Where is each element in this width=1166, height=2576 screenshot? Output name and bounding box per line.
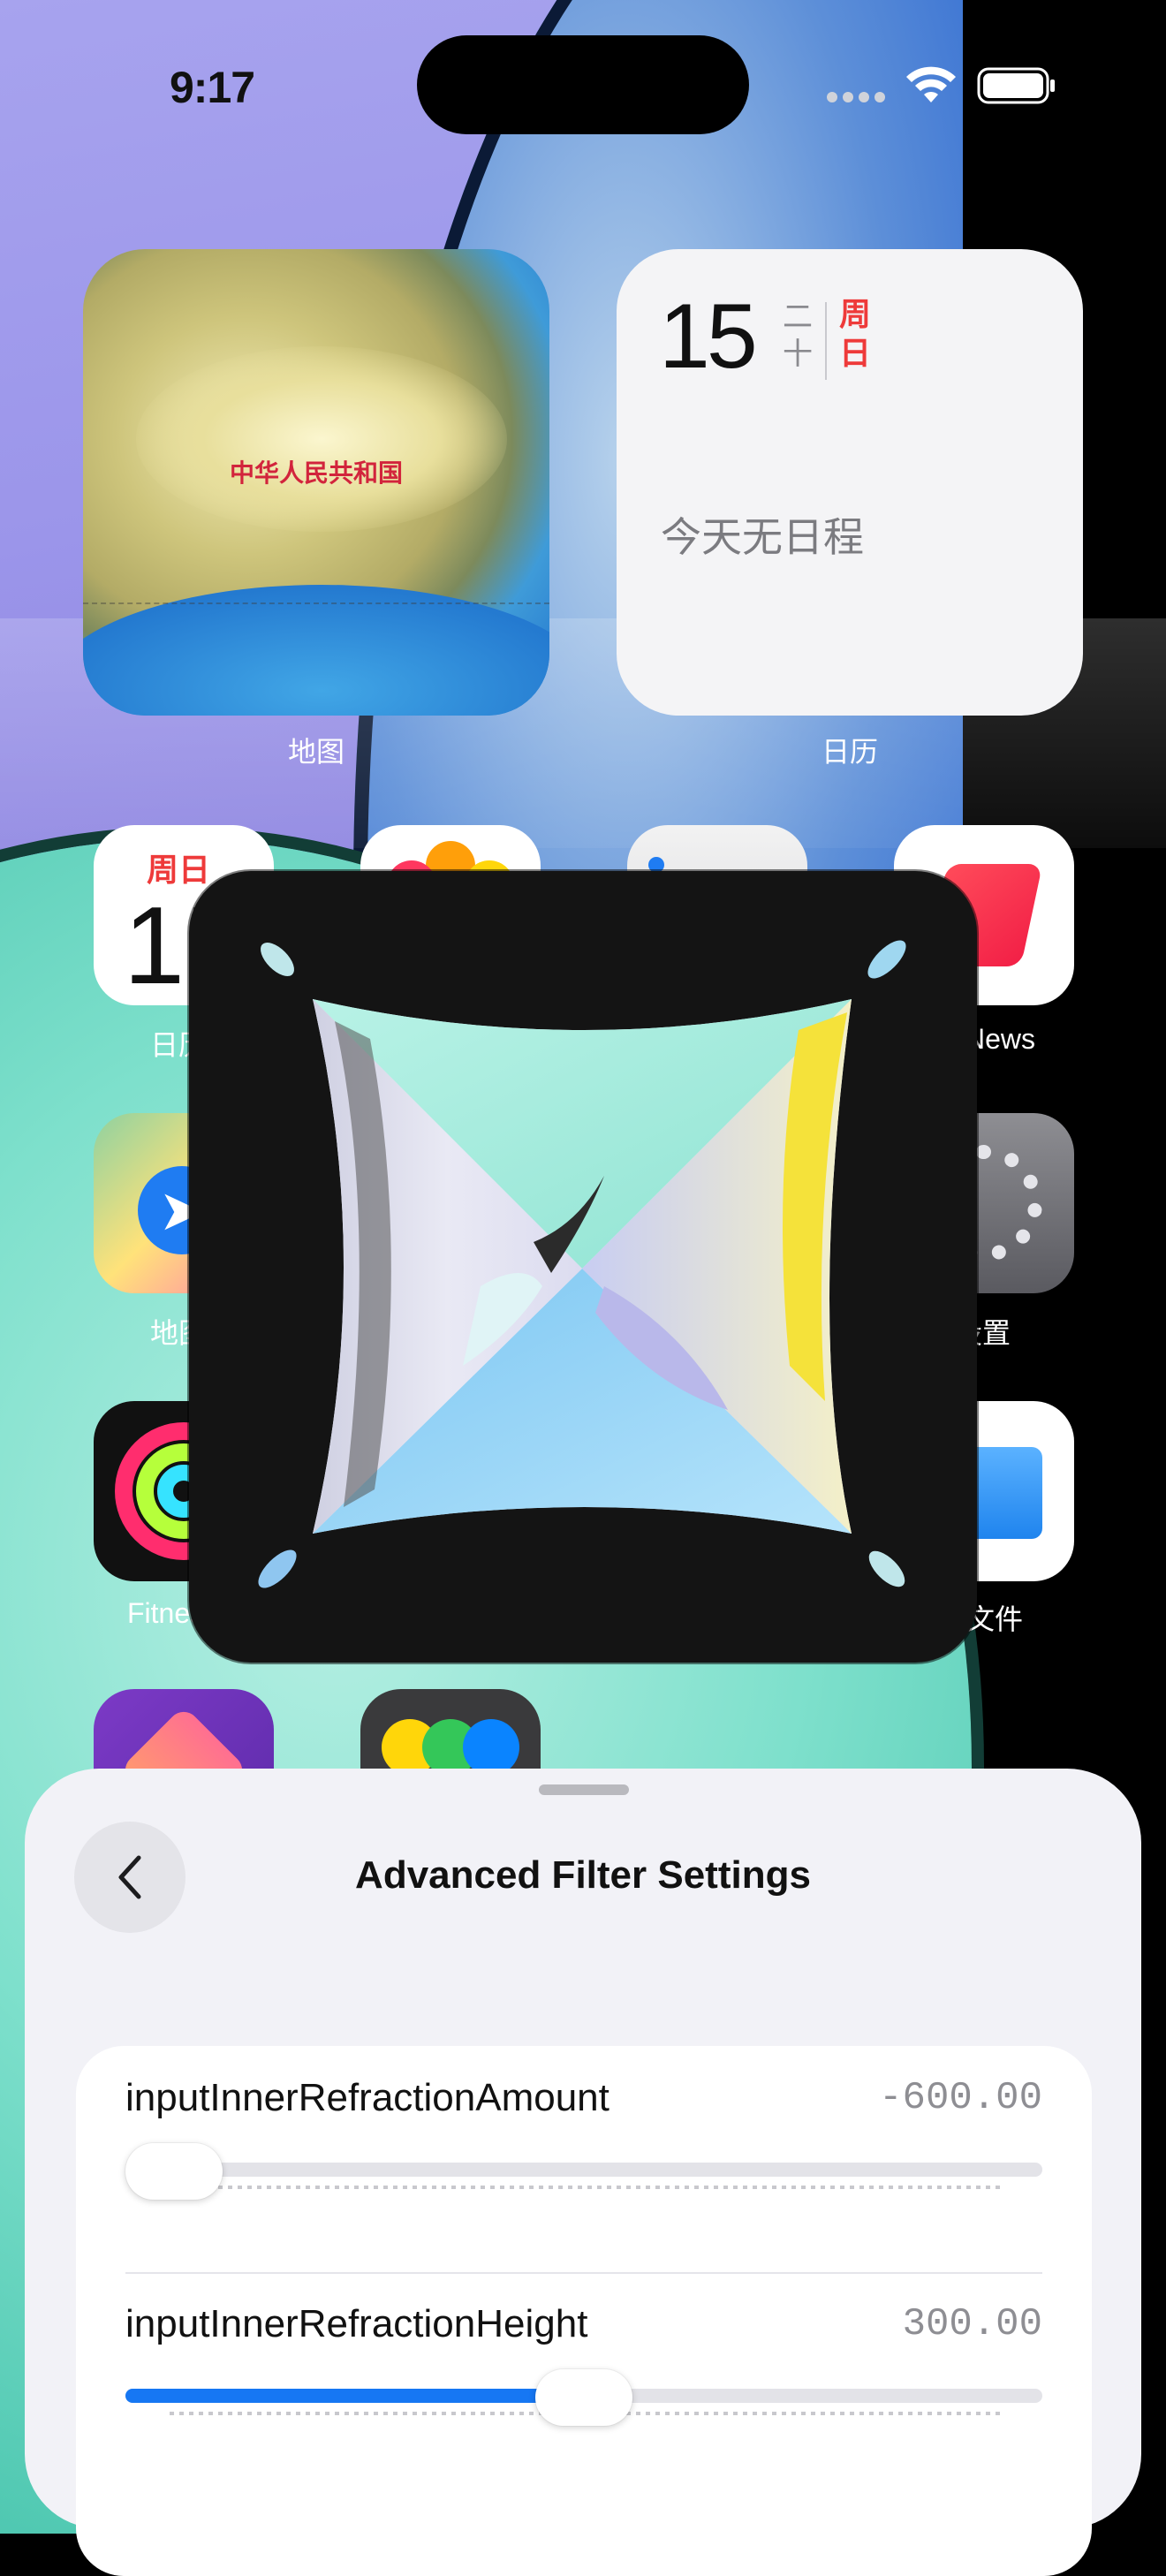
slider-ticks	[170, 2186, 1000, 2189]
calendar-widget-divider	[825, 302, 827, 380]
maps-widget-label: 地图	[287, 736, 344, 768]
dynamic-island	[417, 35, 749, 134]
calendar-widget-label: 日历	[821, 736, 878, 768]
slider-thumb[interactable]	[535, 2369, 632, 2426]
refraction-preview-image	[258, 940, 906, 1588]
parameter-value: 300.00	[902, 2302, 1042, 2346]
sheet-grabber[interactable]	[539, 1784, 629, 1795]
parameters-card: inputInnerRefractionAmount -600.00 input…	[76, 2046, 1092, 2576]
calendar-widget-month: 二十	[783, 300, 813, 371]
filter-preview	[189, 871, 977, 1663]
calendar-widget[interactable]: 15 二十 周日 今天无日程	[617, 249, 1083, 716]
filter-settings-sheet: Advanced Filter Settings inputInnerRefra…	[25, 1769, 1141, 2576]
slider-thumb[interactable]	[125, 2143, 223, 2200]
cellular-signal-icon	[827, 92, 885, 102]
slider-fill	[125, 2389, 584, 2403]
status-time: 9:17	[170, 63, 255, 112]
maps-widget[interactable]: 中华人民共和国	[83, 249, 549, 716]
parameter-row: inputInnerRefractionHeight 300.00	[125, 2272, 1042, 2498]
sheet-title: Advanced Filter Settings	[355, 1853, 811, 1897]
calendar-widget-day: 15	[659, 285, 758, 388]
calendar-widget-empty-text: 今天无日程	[661, 514, 864, 560]
parameter-name: inputInnerRefractionHeight	[125, 2302, 588, 2345]
parameter-value: -600.00	[879, 2076, 1042, 2120]
parameter-row: inputInnerRefractionAmount -600.00	[125, 2046, 1042, 2272]
wifi-icon	[906, 66, 956, 102]
map-country-label: 中华人民共和国	[229, 459, 403, 487]
calendar-widget-weekday: 周日	[839, 296, 872, 371]
slider-track[interactable]	[125, 2163, 1042, 2177]
battery-icon	[977, 67, 1055, 104]
parameter-name: inputInnerRefractionAmount	[125, 2076, 610, 2119]
